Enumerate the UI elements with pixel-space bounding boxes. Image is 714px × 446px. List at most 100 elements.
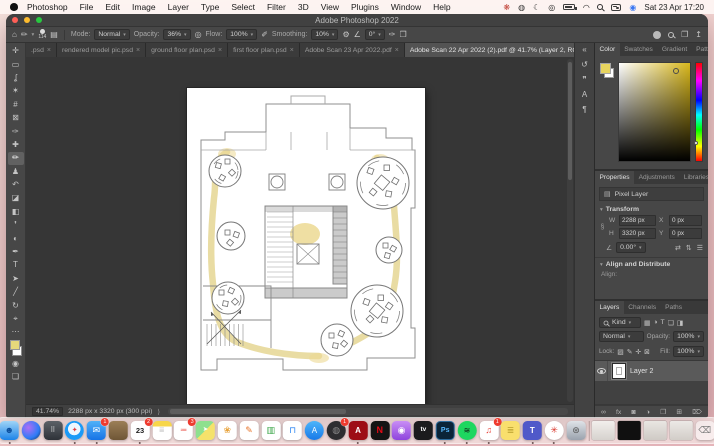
lock-transparency-icon[interactable]: ▨ (617, 348, 623, 356)
rotate-view-tool[interactable]: ↻ (8, 299, 24, 311)
smoothing-options-gear-icon[interactable]: ⚙ (342, 30, 349, 39)
eyedropper-tool[interactable]: ✑ (8, 125, 24, 137)
minimized-window[interactable] (643, 421, 667, 440)
layer-fill-select[interactable]: 100% (673, 346, 704, 357)
account-avatar[interactable] (653, 30, 662, 39)
dock-creative-cloud[interactable]: ◍ 1 (326, 418, 349, 440)
flip-horizontal-icon[interactable]: ⇄ (675, 244, 681, 252)
vertical-scrollbar[interactable] (567, 59, 573, 402)
dock-system-settings[interactable]: ⊛ (566, 421, 586, 440)
dock-teams[interactable]: T (522, 421, 542, 444)
lock-position-icon[interactable]: ✛ (635, 348, 641, 356)
dock-keynote[interactable]: ⊓ (283, 421, 303, 440)
tab-layers[interactable]: Layers (595, 301, 624, 314)
edit-toolbar[interactable]: ⋯ (8, 326, 24, 338)
document-tab[interactable]: Adobe Scan 22 Apr 2022 (2).pdf @ 41.7% (… (404, 43, 574, 57)
blend-mode-select[interactable]: Normal (94, 29, 130, 40)
screen-record-icon[interactable]: ◎ (548, 3, 555, 12)
filter-adjustment-layers-icon[interactable]: ◑ (653, 319, 657, 327)
menu-item[interactable]: Window (385, 2, 427, 12)
color-field-marker[interactable] (673, 67, 680, 74)
filter-shape-layers-icon[interactable]: ❏ (668, 319, 674, 327)
quick-mask-toggle[interactable]: ◉ (8, 358, 24, 370)
lasso-tool[interactable]: ʆ (8, 72, 24, 84)
hue-slider[interactable] (694, 62, 703, 162)
screen-mode-toggle[interactable]: ❏ (8, 371, 24, 383)
adjustment-layer-icon[interactable]: ◑ (646, 409, 650, 416)
layer-effects-icon[interactable]: fx (616, 409, 621, 416)
line-tool[interactable]: ╱ (8, 286, 24, 298)
color-swatches[interactable] (8, 339, 24, 357)
dock-spotify[interactable]: ≋ (457, 421, 477, 444)
delete-layer-icon[interactable]: ⌦ (692, 408, 702, 416)
apple-menu-icon[interactable] (10, 3, 18, 11)
dock-trash[interactable]: ⌫ (695, 421, 714, 440)
history-panel-icon[interactable]: ↺ (581, 61, 588, 69)
crop-tool[interactable]: # (8, 99, 24, 111)
pressure-size-icon[interactable]: ✑ (389, 30, 396, 39)
document-tab[interactable]: rendered model pic.psd × (56, 43, 147, 57)
smoothing-select[interactable]: 10% (311, 29, 339, 40)
brush-settings-panel-icon[interactable]: ▤ (50, 30, 58, 39)
airbrush-icon[interactable]: ✐ (261, 30, 268, 39)
dock-finder[interactable]: ☻ (0, 421, 19, 444)
link-layers-icon[interactable]: ∞ (601, 409, 606, 416)
eraser-tool[interactable]: ◪ (8, 192, 24, 204)
history-brush-tool[interactable]: ↶ (8, 179, 24, 191)
menu-item[interactable]: Help (427, 2, 456, 12)
close-tab-icon[interactable]: × (47, 47, 51, 54)
symmetry-icon[interactable]: ❐ (400, 30, 407, 39)
height-field[interactable]: 3320 px (619, 228, 656, 239)
close-tab-icon[interactable]: × (290, 47, 294, 54)
tab-paths[interactable]: Paths (661, 301, 687, 314)
dock-safari[interactable]: ✦ (65, 421, 85, 444)
marquee-tool[interactable]: ▭ (8, 58, 24, 70)
tab-color[interactable]: Color (595, 43, 620, 56)
brush-angle-select[interactable]: 0° (364, 29, 385, 40)
dock-app-store[interactable]: A (304, 421, 324, 440)
comments-panel-icon[interactable]: ❞ (582, 76, 586, 84)
character-panel-icon[interactable]: A (582, 91, 587, 99)
layer-visibility-toggle[interactable] (595, 361, 608, 381)
document-tab[interactable]: .psd × (26, 43, 57, 57)
layer-blend-mode-select[interactable]: Normal (599, 331, 644, 342)
menu-item[interactable]: Layer (162, 2, 195, 12)
share-icon[interactable]: ↥ (695, 30, 702, 39)
layer-filter-select[interactable]: Kind (599, 317, 641, 328)
tab-properties[interactable]: Properties (595, 171, 635, 184)
x-field[interactable]: 0 px (669, 215, 702, 226)
frame-tool[interactable]: ⊠ (8, 112, 24, 124)
dock-notes[interactable]: ≣ (152, 421, 172, 440)
flow-select[interactable]: 100% (226, 29, 258, 40)
dock-launchpad[interactable]: ⠿ (43, 421, 63, 440)
layer-thumbnail[interactable] (611, 362, 627, 380)
battery-icon[interactable] (563, 4, 577, 10)
brush-tool[interactable]: ✏ (7, 152, 24, 165)
brush-size-preview[interactable]: 114 (38, 29, 46, 40)
dodge-tool[interactable]: ◐ (8, 232, 24, 244)
menu-item[interactable]: View (315, 2, 345, 12)
dock-maps[interactable]: ➤ (195, 421, 215, 440)
tab-libraries[interactable]: Libraries (679, 171, 708, 184)
minimized-video-window[interactable] (617, 421, 641, 440)
menu-item[interactable]: File (74, 2, 100, 12)
dock-photoshop[interactable]: Ps (435, 421, 455, 444)
layer-name[interactable]: Layer 2 (630, 368, 653, 375)
dock-numbers[interactable]: ▥ (261, 421, 281, 440)
menu-clock[interactable]: Sat 23 Apr 17:20 (644, 3, 704, 12)
horizontal-scrollbar-thumb[interactable] (169, 409, 346, 414)
menu-item[interactable]: Edit (99, 2, 126, 12)
menu-item[interactable]: Type (195, 2, 225, 12)
zoom-tool[interactable]: ⌖ (8, 313, 24, 325)
filter-pixel-layers-icon[interactable]: ▦ (644, 319, 650, 327)
opacity-select[interactable]: 36% (163, 29, 191, 40)
dock-separator[interactable] (588, 420, 590, 441)
new-group-icon[interactable]: ❒ (660, 408, 666, 416)
document-canvas[interactable] (187, 88, 425, 404)
lock-paint-icon[interactable]: ✎ (627, 348, 633, 356)
document-tab[interactable]: first floor plan.psd × (228, 43, 300, 57)
dock-calendar[interactable]: 23 2 (130, 418, 153, 444)
search-icon[interactable] (668, 31, 675, 38)
y-field[interactable]: 0 px (669, 228, 702, 239)
menu-item[interactable]: 3D (292, 2, 315, 12)
